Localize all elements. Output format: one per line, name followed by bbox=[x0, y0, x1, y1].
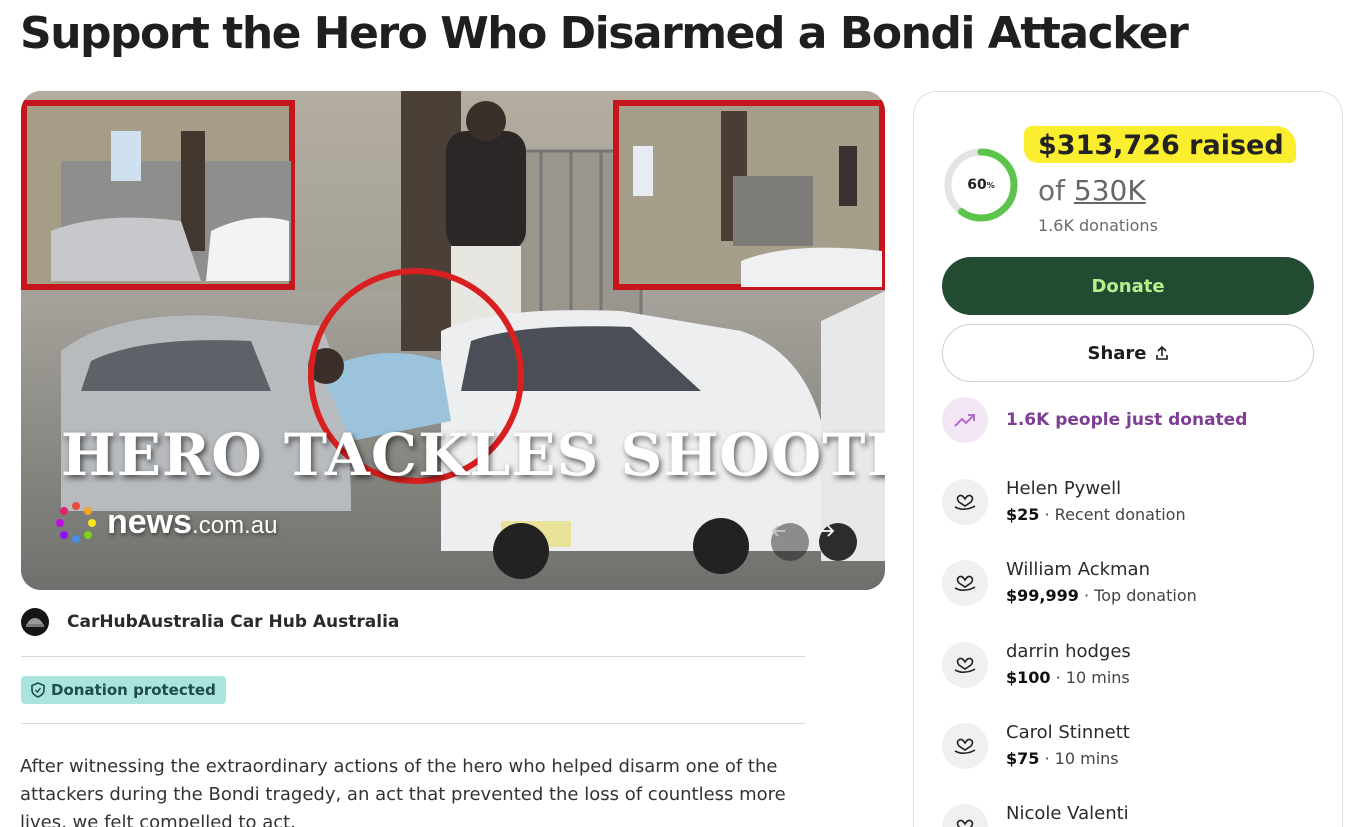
arrow-right-icon bbox=[821, 525, 835, 537]
organizer-avatar[interactable] bbox=[21, 608, 49, 636]
share-button[interactable]: Share bbox=[942, 324, 1314, 382]
progress-percent: 60% bbox=[967, 177, 995, 193]
hero-image[interactable]: HERO TACKLES SHOOTER news.com.au bbox=[21, 91, 885, 590]
news-logo-text: news.com.au bbox=[107, 502, 278, 541]
donor-meta: $75 · 10 mins bbox=[1006, 749, 1119, 768]
donor-item: Nicole Valenti bbox=[942, 802, 1129, 827]
divider bbox=[21, 656, 805, 657]
share-icon bbox=[1155, 345, 1168, 360]
donor-item: darrin hodges $100 · 10 mins bbox=[942, 640, 1131, 690]
donor-name: Nicole Valenti bbox=[1006, 803, 1129, 824]
heart-hand-icon bbox=[942, 804, 988, 827]
heart-hand-icon bbox=[942, 723, 988, 769]
trend-text: 1.6K people just donated bbox=[1006, 410, 1248, 430]
recent-donations-trend: 1.6K people just donated bbox=[942, 397, 1247, 443]
donor-meta: $25 · Recent donation bbox=[1006, 505, 1186, 524]
donor-item: William Ackman $99,999 · Top donation bbox=[942, 558, 1197, 608]
donation-protected-label: Donation protected bbox=[51, 681, 216, 699]
shield-icon bbox=[31, 682, 45, 698]
donor-name: William Ackman bbox=[1006, 559, 1150, 580]
donor-meta: $100 · 10 mins bbox=[1006, 668, 1130, 687]
donor-meta: $99,999 · Top donation bbox=[1006, 586, 1197, 605]
donor-name: Helen Pywell bbox=[1006, 478, 1122, 499]
goal-amount: of 530K bbox=[1038, 174, 1146, 207]
heart-hand-icon bbox=[942, 479, 988, 525]
news-logo-icon bbox=[53, 499, 99, 545]
donations-count: 1.6K donations bbox=[1038, 216, 1158, 235]
heart-hand-icon bbox=[942, 560, 988, 606]
news-logo: news.com.au bbox=[53, 499, 277, 545]
donor-item: Carol Stinnett $75 · 10 mins bbox=[942, 721, 1130, 771]
donation-card: 60% $313,726 raised of 530K 1.6K donatio… bbox=[913, 91, 1343, 827]
donor-name: darrin hodges bbox=[1006, 641, 1131, 662]
donation-protected-badge[interactable]: Donation protected bbox=[21, 676, 226, 704]
image-caption: HERO TACKLES SHOOTER bbox=[61, 421, 885, 489]
carousel-prev-button[interactable] bbox=[771, 523, 809, 561]
page-title: Support the Hero Who Disarmed a Bondi At… bbox=[20, 8, 1189, 59]
organizer-row[interactable]: CarHubAustralia Car Hub Australia bbox=[21, 608, 399, 636]
divider bbox=[21, 723, 805, 724]
donate-button[interactable]: Donate bbox=[942, 257, 1314, 315]
organizer-name[interactable]: CarHubAustralia Car Hub Australia bbox=[67, 612, 399, 632]
donor-name: Carol Stinnett bbox=[1006, 722, 1130, 743]
amount-raised: $313,726 raised bbox=[1024, 126, 1296, 163]
donor-item: Helen Pywell $25 · Recent donation bbox=[942, 477, 1186, 527]
progress-ring: 60% bbox=[942, 146, 1020, 224]
goal-link[interactable]: 530K bbox=[1074, 174, 1146, 207]
story-text: After witnessing the extraordinary actio… bbox=[20, 756, 786, 827]
trending-up-icon bbox=[942, 397, 988, 443]
heart-hand-icon bbox=[942, 642, 988, 688]
arrow-left-icon bbox=[771, 525, 785, 537]
car-logo-icon bbox=[26, 618, 44, 627]
carousel-next-button[interactable] bbox=[819, 523, 857, 561]
